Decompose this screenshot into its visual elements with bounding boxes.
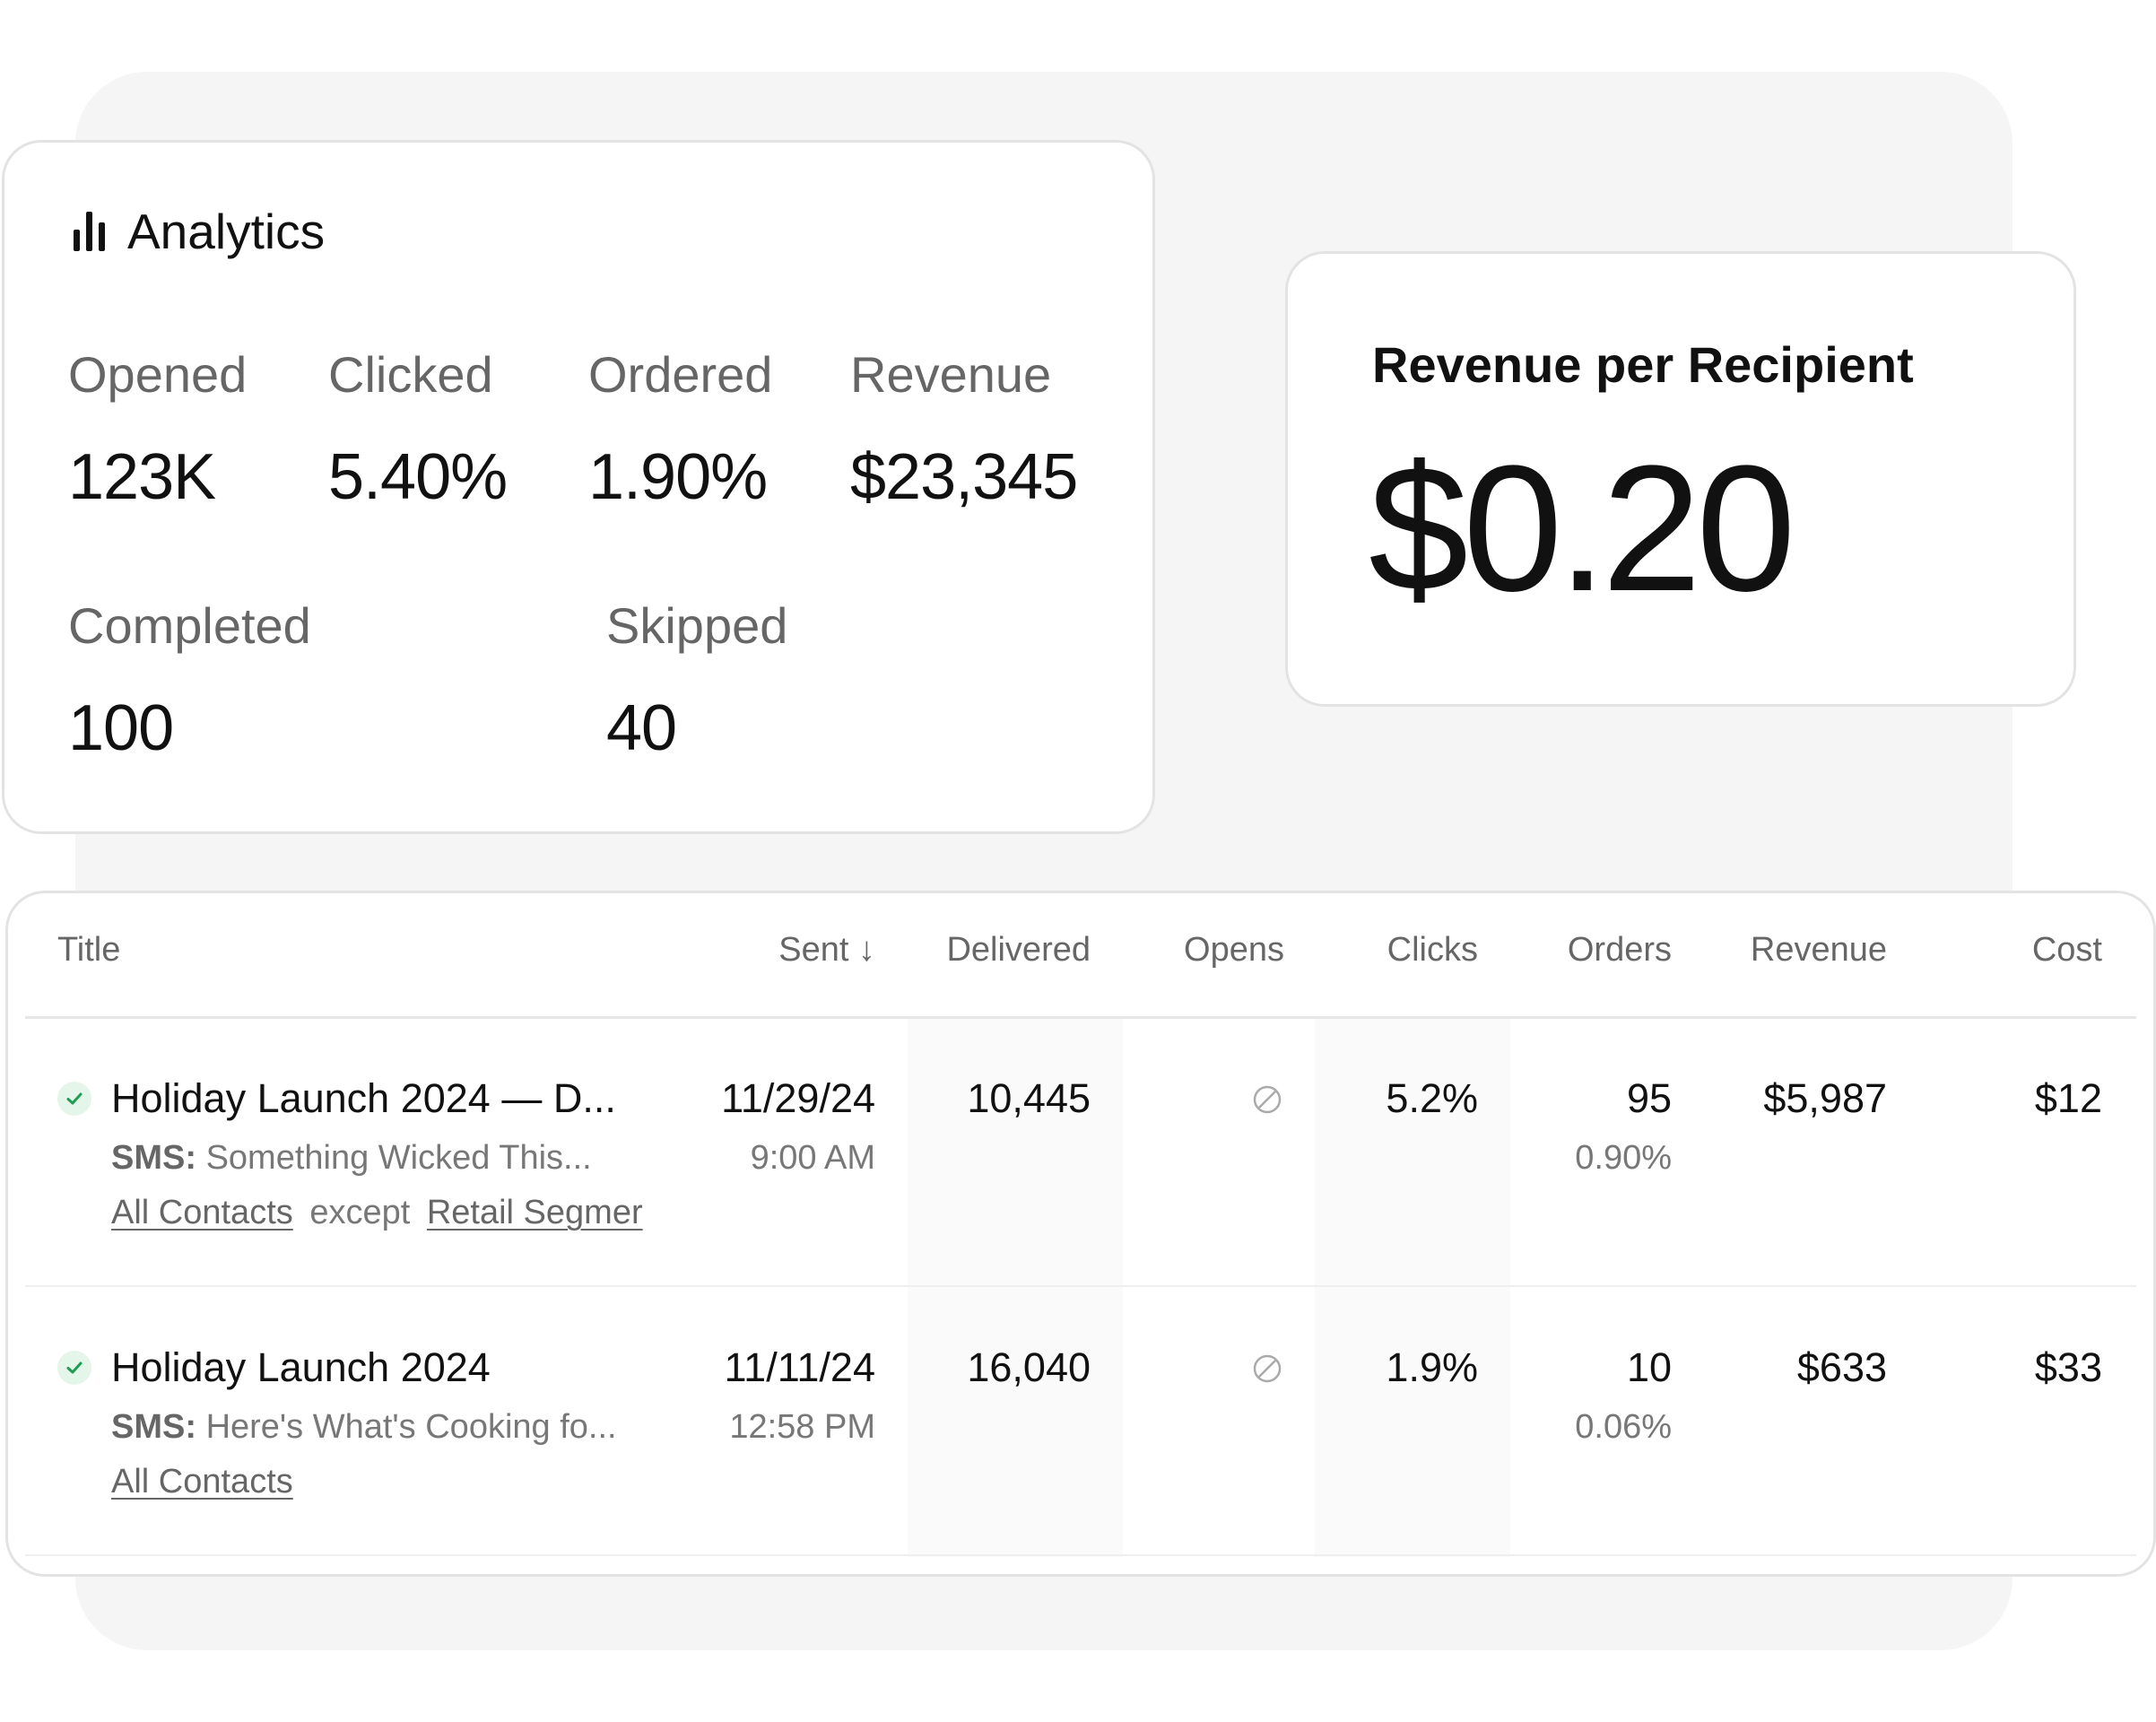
excluded-segment-link[interactable]: Retail Segmer <box>427 1194 643 1231</box>
orders-value: 95 <box>1626 1075 1672 1121</box>
channel-label: SMS: <box>111 1139 196 1177</box>
campaign-title[interactable]: Holiday Launch 2024 <box>111 1347 491 1387</box>
metric-label: Completed <box>68 597 311 654</box>
metric-revenue: Revenue $23,345 <box>850 346 1078 513</box>
metric-label: Ordered <box>588 346 773 403</box>
orders-value: 10 <box>1626 1344 1672 1390</box>
audience-link[interactable]: All Contacts <box>111 1194 293 1231</box>
except-text: except <box>309 1194 411 1231</box>
delivered-value: 16,040 <box>967 1344 1091 1390</box>
campaign-title[interactable]: Holiday Launch 2024 — D... <box>111 1078 616 1118</box>
metric-value: 100 <box>68 692 174 764</box>
campaign-message: SMS: Something Wicked This... <box>111 1141 592 1175</box>
rpr-label: Revenue per Recipient <box>1372 336 1914 393</box>
metric-ordered: Ordered 1.90% <box>588 346 773 513</box>
message-preview: Something Wicked This... <box>205 1139 592 1177</box>
clicks-value: 1.9% <box>1386 1344 1478 1390</box>
metric-label: Revenue <box>850 346 1052 403</box>
orders-rate: 0.06% <box>1575 1408 1672 1446</box>
cost-value: $33 <box>2034 1344 2102 1390</box>
audience-link[interactable]: All Contacts <box>111 1463 293 1500</box>
metric-completed: Completed 100 <box>68 601 311 761</box>
metric-label: Opened <box>68 346 248 403</box>
rpr-value: $0.20 <box>1369 429 1795 629</box>
col-header-title[interactable]: Title <box>57 933 120 967</box>
analytics-header: Analytics <box>72 203 325 260</box>
cost-value: $12 <box>2034 1075 2102 1121</box>
bar-chart-icon <box>72 212 108 251</box>
metric-label: Clicked <box>328 346 493 403</box>
sent-date: 11/11/24 <box>724 1344 876 1390</box>
revenue-value: $633 <box>1796 1344 1887 1390</box>
metric-value: 5.40% <box>328 441 508 513</box>
row-divider <box>25 1554 2136 1556</box>
analytics-title: Analytics <box>127 204 326 259</box>
sent-time: 12:58 PM <box>729 1408 875 1446</box>
col-header-delivered[interactable]: Delivered <box>897 933 1091 967</box>
check-circle-icon <box>57 1351 91 1385</box>
check-circle-icon <box>57 1082 91 1116</box>
sent-date: 11/29/24 <box>721 1075 875 1121</box>
clicks-value: 5.2% <box>1386 1075 1478 1121</box>
revenue-value: $5,987 <box>1763 1075 1887 1121</box>
orders-rate: 0.90% <box>1575 1139 1672 1177</box>
metric-label: Skipped <box>606 597 788 654</box>
delivered-value: 10,445 <box>967 1075 1091 1121</box>
col-header-sent[interactable]: Sent ↓ <box>717 933 875 967</box>
sent-time: 9:00 AM <box>750 1139 875 1177</box>
campaign-message: SMS: Here's What's Cooking fo... <box>111 1410 617 1444</box>
metric-value: 40 <box>606 692 677 764</box>
metric-value: 123K <box>68 441 216 513</box>
metric-skipped: Skipped 40 <box>606 601 787 761</box>
col-header-clicks[interactable]: Clicks <box>1309 933 1478 967</box>
metric-clicked: Clicked 5.40% <box>328 346 508 513</box>
col-header-orders[interactable]: Orders <box>1507 933 1672 967</box>
metric-opened: Opened 123K <box>68 346 248 513</box>
col-header-revenue[interactable]: Revenue <box>1704 933 1887 967</box>
no-data-icon <box>1253 1085 1282 1114</box>
col-header-opens[interactable]: Opens <box>1112 933 1284 967</box>
col-header-cost[interactable]: Cost <box>1910 933 2102 967</box>
header-divider <box>25 1016 2136 1019</box>
message-preview: Here's What's Cooking fo... <box>205 1408 617 1446</box>
campaign-audience: All Contacts <box>111 1465 293 1499</box>
row-divider <box>25 1285 2136 1287</box>
campaign-audience: All Contacts except Retail Segmer <box>111 1196 643 1230</box>
metric-value: 1.90% <box>588 441 768 513</box>
metric-value: $23,345 <box>850 441 1078 513</box>
no-data-icon <box>1253 1354 1282 1383</box>
channel-label: SMS: <box>111 1408 196 1446</box>
